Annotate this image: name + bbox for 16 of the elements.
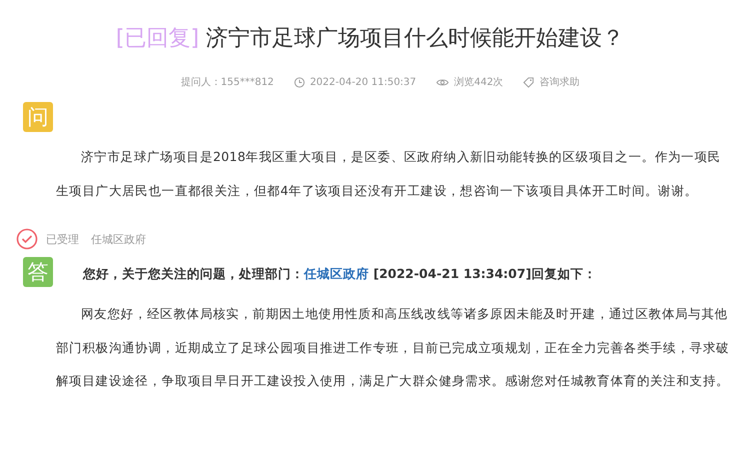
status-label: 已受理 bbox=[46, 232, 79, 246]
category-label: 咨询求助 bbox=[539, 76, 580, 89]
reply-heading: 您好，关于您关注的问题，处理部门：任城区政府 [2022-04-21 13:34:07]回复如下： bbox=[83, 266, 596, 282]
answer-badge: 答 bbox=[23, 257, 53, 287]
clock-icon bbox=[294, 76, 305, 88]
department-link[interactable]: 任城区政府 bbox=[304, 266, 369, 280]
post-time: 2022-04-20 11:50:37 bbox=[310, 76, 416, 88]
question-text: 济宁市足球广场项目是2018年我区重大项目，是区委、区政府纳入新旧动能转换的区级项目之一。作为一项民生项目广大居民也一直都很关注，但都4年了该项目还没有开工建设，想咨询一下该项目具体开工时间。谢谢。 bbox=[56, 148, 722, 200]
view-count: 浏览442次 bbox=[454, 76, 504, 89]
department-label: 任城区政府 bbox=[91, 232, 146, 246]
asker-text: 提问人：155***812 bbox=[180, 76, 274, 89]
eye-icon bbox=[436, 78, 450, 86]
question-title: [已回复] 济宁市足球广场项目什么时候能开始建设？ bbox=[116, 25, 624, 53]
question-badge: 问 bbox=[23, 102, 53, 132]
answer-text: 网友您好，经区教体局核实，前期因土地使用性质和高压线改线等诸多原因未能及时开建，通过区教体局与其他部门积极沟通协调，近期成立了足球公园项目推进工作专班，目前已完成立项规划，正在全力完善各类手续，寻求破解项目建设途径，争取项目早日开工建设投入使用，满足广大群众健身需求。感谢您对任城教育体育的关注和支持。 bbox=[56, 305, 730, 390]
tag-icon bbox=[523, 76, 534, 88]
